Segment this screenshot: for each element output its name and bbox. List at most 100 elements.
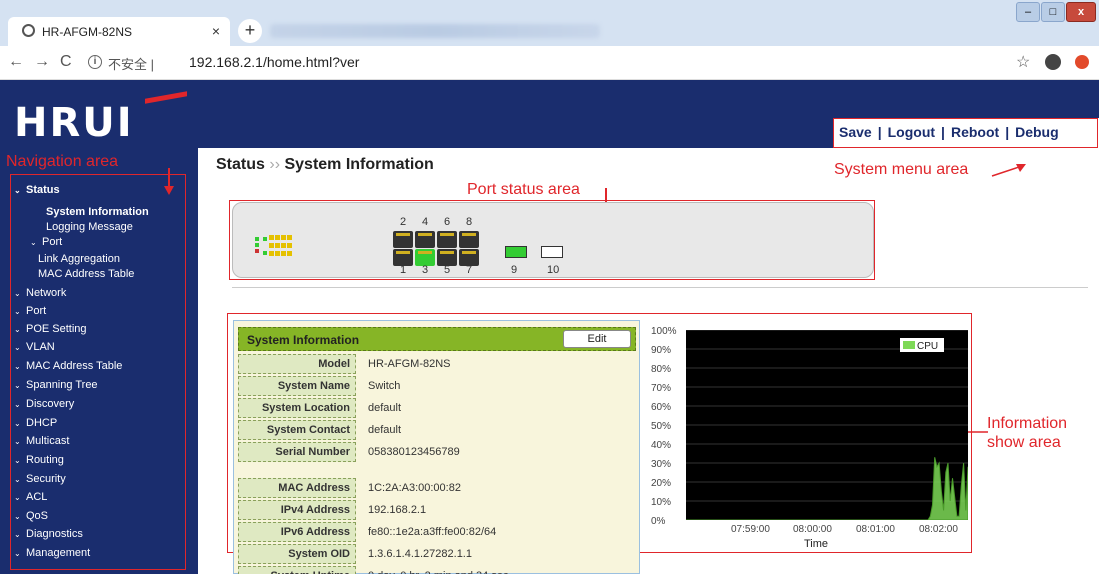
system-information-title: System Information [247, 333, 360, 347]
sidebar-item-vlan[interactable]: ⌄ VLAN [14, 341, 55, 353]
sidebar-item-poe-setting[interactable]: ⌄ POE Setting [14, 323, 87, 335]
chevron-down-icon: ⌄ [14, 186, 21, 195]
port-status-area-annotation: Port status area [467, 181, 580, 198]
sidebar-item-network[interactable]: ⌄ Network [14, 287, 66, 299]
sidebar-item-label: ACL [26, 491, 48, 503]
sidebar-item-multicast[interactable]: ⌄ Multicast [14, 435, 69, 447]
sidebar-item-acl[interactable]: ⌄ ACL [14, 491, 47, 503]
system-menu-area-annotation: System menu area [834, 161, 969, 178]
info-key-system-uptime: System Uptime [238, 566, 356, 574]
y-tick-label: 20% [651, 478, 672, 489]
sidebar-item-label: Network [26, 287, 67, 299]
sidebar-item-routing[interactable]: ⌄ Routing [14, 454, 64, 466]
sidebar-item-port[interactable]: ⌄ Port [30, 236, 62, 248]
chevron-down-icon: ⌄ [14, 325, 21, 334]
sidebar-item-label: Status [26, 184, 60, 196]
info-value-system-location: default [368, 402, 402, 414]
system-information-panel: System Information Edit Model HR-AFGM-82N… [233, 320, 640, 574]
sidebar-item-port[interactable]: ⌄ Port [14, 305, 46, 317]
y-tick-label: 100% [651, 326, 677, 337]
sidebar-item-diagnostics[interactable]: ⌄ Diagnostics [14, 528, 83, 540]
sidebar-item-status[interactable]: ⌄ Status [14, 184, 60, 196]
sidebar-item-label: Discovery [26, 398, 75, 410]
information-area-annotation-2: show area [987, 434, 1061, 451]
new-tab-button[interactable]: + [238, 19, 262, 43]
sidebar-item-label: Management [26, 547, 91, 559]
sidebar-item-dhcp[interactable]: ⌄ DHCP [14, 417, 57, 429]
extension-icon[interactable] [1075, 55, 1089, 69]
chevron-down-icon: ⌄ [14, 549, 21, 558]
sidebar-item-label: VLAN [26, 341, 55, 353]
close-tab-icon[interactable]: × [212, 23, 220, 39]
chevron-down-icon: ⌄ [14, 400, 21, 409]
browser-tab[interactable]: HR-AFGM-82NS × [8, 17, 230, 46]
sidebar-item-management[interactable]: ⌄ Management [14, 547, 90, 559]
page-title: Status ›› System Information [216, 156, 434, 174]
sidebar-item-qos[interactable]: ⌄ QoS [14, 510, 48, 522]
info-value-system-name: Switch [368, 380, 401, 392]
legend-label: CPU [917, 341, 938, 352]
back-arrow-icon[interactable]: ← [8, 53, 24, 71]
sidebar-item-label: Port [42, 236, 63, 248]
sidebar-item-discovery[interactable]: ⌄ Discovery [14, 398, 74, 410]
cpu-chart-plot: CPU [686, 329, 969, 521]
legend-swatch [903, 341, 915, 349]
info-key-ipv4-address: IPv4 Address [238, 500, 356, 520]
sidebar-item-system-information[interactable]: System Information [46, 206, 149, 218]
globe-icon [22, 24, 35, 37]
chevron-down-icon: ⌄ [14, 475, 21, 484]
sidebar-item-security[interactable]: ⌄ Security [14, 473, 66, 485]
chevron-down-icon: ⌄ [14, 512, 21, 521]
sidebar-item-link-aggregation[interactable]: Link Aggregation [38, 253, 120, 265]
account-icon[interactable] [1045, 54, 1061, 70]
sidebar-item-label: QoS [26, 510, 49, 522]
chevron-down-icon: ⌄ [14, 343, 21, 352]
sidebar-item-spanning-tree[interactable]: ⌄ Spanning Tree [14, 379, 98, 391]
y-tick-label: 60% [651, 402, 672, 413]
reload-icon[interactable]: C [60, 53, 72, 71]
annotation-arrow-icon [991, 164, 1026, 177]
information-area-annotation-1: Information [987, 415, 1068, 432]
info-key-system-contact: System Contact [238, 420, 356, 440]
system-information-header: System Information Edit [238, 327, 636, 351]
info-key-serial-number: Serial Number [238, 442, 356, 462]
x-tick-label: 07:59:00 [731, 524, 770, 535]
chevron-down-icon: ⌄ [14, 289, 21, 298]
sidebar-item-label: Spanning Tree [26, 379, 98, 391]
x-tick-label: 08:00:00 [793, 524, 832, 535]
sidebar-item-label: DHCP [26, 417, 58, 429]
bookmark-star-icon[interactable]: ☆ [1016, 52, 1030, 72]
insecure-label: 不安全 | [108, 57, 154, 72]
sidebar-item-label: Diagnostics [26, 528, 83, 540]
info-key-system-oid: System OID [238, 544, 356, 564]
maximize-button[interactable]: □ [1041, 2, 1065, 22]
chevron-down-icon: ⌄ [14, 456, 21, 465]
minimize-button[interactable]: – [1016, 2, 1040, 22]
close-window-button[interactable]: x [1066, 2, 1096, 22]
edit-button[interactable]: Edit [563, 330, 631, 348]
screen-root: { "browser": { "tab_title": "HR-AFGM-82N… [0, 0, 1099, 574]
hrui-logo: HRUI [14, 100, 134, 146]
navigation-area-annotation: Navigation area [6, 153, 119, 170]
sidebar-item-logging-message[interactable]: Logging Message [46, 221, 133, 233]
chevron-down-icon: ⌄ [14, 419, 21, 428]
info-value-model: HR-AFGM-82NS [368, 358, 451, 370]
info-value-serial-number: 058380123456789 [368, 446, 460, 458]
info-value-system-oid: 1.3.6.1.4.1.27282.1.1 [368, 548, 472, 560]
y-tick-label: 0% [651, 516, 666, 527]
sidebar-item-mac-address-table-sub[interactable]: MAC Address Table [38, 268, 134, 280]
sidebar-item-mac-address-table[interactable]: ⌄ MAC Address Table [14, 360, 122, 372]
breadcrumb-status[interactable]: Status [216, 156, 265, 173]
site-info-icon[interactable]: i [88, 55, 102, 69]
chevron-down-icon: ⌄ [14, 307, 21, 316]
url-input[interactable]: 192.168.2.1/home.html?ver [189, 54, 359, 70]
logo-accent-bar [145, 91, 187, 104]
chart-x-label: Time [804, 538, 829, 550]
info-value-mac-address: 1C:2A:A3:00:00:82 [368, 482, 461, 494]
forward-arrow-icon[interactable]: → [34, 53, 50, 71]
y-tick-label: 50% [651, 421, 672, 432]
address-bar: ← → C i 不安全 | 192.168.2.1/home.html?ver … [0, 46, 1099, 80]
y-tick-label: 70% [651, 383, 672, 394]
port-status-area-highlight [229, 200, 875, 280]
chevron-down-icon: ⌄ [14, 530, 21, 539]
